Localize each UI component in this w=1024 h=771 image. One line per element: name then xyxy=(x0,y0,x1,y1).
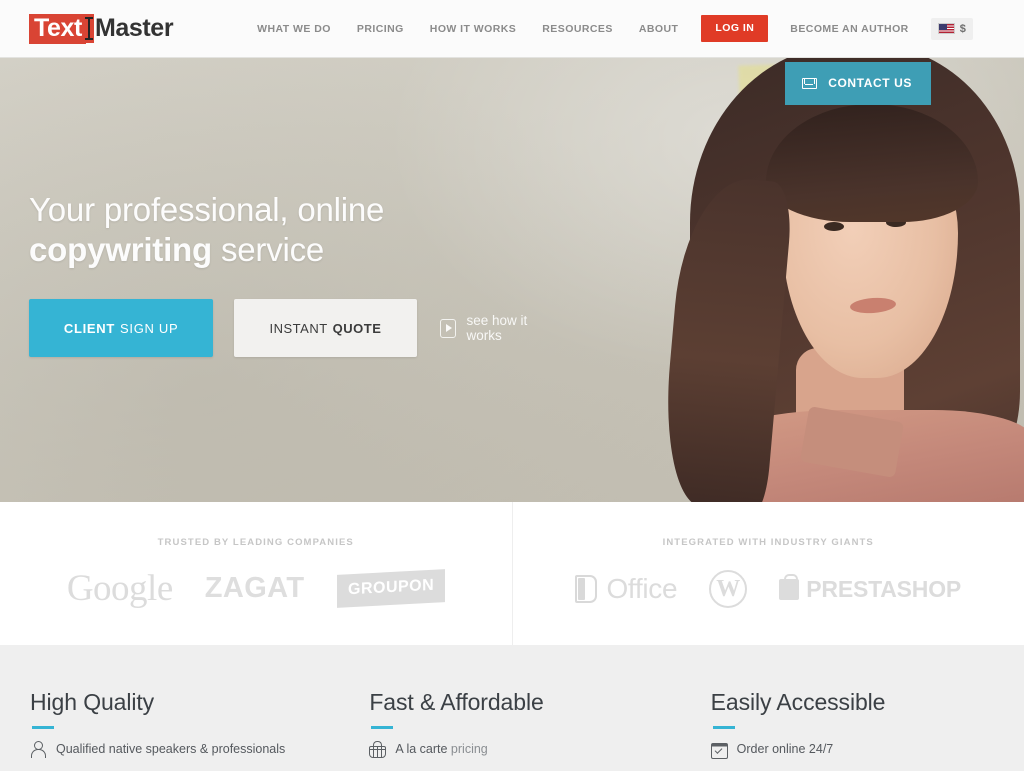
hero-headline-rest: service xyxy=(211,231,325,268)
become-an-author-link[interactable]: BECOME AN AUTHOR xyxy=(778,23,920,35)
site-header: Text Master WHAT WE DO PRICING HOW IT WO… xyxy=(0,0,1024,58)
feature-text: A la carte pricing xyxy=(395,742,487,756)
instant-quote-button[interactable]: INSTANT QUOTE xyxy=(234,299,417,357)
person-icon xyxy=(30,741,46,758)
feature-text-muted: pricing xyxy=(447,742,488,756)
basket-icon xyxy=(369,741,387,758)
feature-underline xyxy=(371,726,394,729)
hero-portrait-photo xyxy=(654,58,1024,502)
feature-detail-row: Order online 24/7 xyxy=(710,741,1024,759)
wordpress-logo: W xyxy=(709,570,748,608)
nav-item-what-we-do[interactable]: WHAT WE DO xyxy=(244,23,344,35)
currency-label: $ xyxy=(959,22,966,35)
feature-detail-row: Qualified native speakers & professional… xyxy=(30,741,343,758)
feature-text-strong: A la carte xyxy=(395,742,448,756)
feature-underline xyxy=(712,726,735,729)
office-mark-icon xyxy=(575,575,598,603)
zagat-logo: ZAGAT xyxy=(204,572,305,604)
nav-item-pricing[interactable]: PRICING xyxy=(344,23,417,35)
hero-banner: CONTACT US Your professional, online cop… xyxy=(0,58,1024,502)
landing-page: Text Master WHAT WE DO PRICING HOW IT WO… xyxy=(0,0,1024,771)
nav-item-resources[interactable]: RESOURCES xyxy=(529,23,626,35)
office-logo-label: Office xyxy=(606,573,678,604)
feature-title: Easily Accessible xyxy=(710,689,886,715)
feature-underline xyxy=(32,726,54,729)
locale-currency-selector[interactable]: $ xyxy=(930,17,973,40)
feature-text: Qualified native speakers & professional… xyxy=(56,742,286,756)
text-cursor-icon xyxy=(84,14,94,43)
hero-headline: Your professional, online copywriting se… xyxy=(29,190,384,270)
feature-title: Fast & Affordable xyxy=(369,689,544,715)
calendar-icon xyxy=(710,741,728,759)
us-flag-icon xyxy=(937,23,955,34)
feature-detail-row: A la carte pricing xyxy=(369,741,682,758)
portrait-eye-left xyxy=(824,222,844,231)
play-icon xyxy=(439,318,457,338)
hero-headline-emphasis: copywriting xyxy=(29,231,212,268)
prestashop-bag-icon xyxy=(779,573,800,600)
features-section: High Quality Qualified native speakers &… xyxy=(0,645,1024,771)
site-logo[interactable]: Text Master xyxy=(29,13,174,44)
envelope-icon xyxy=(802,77,818,89)
partners-section: TRUSTED BY LEADING COMPANIES Google ZAGA… xyxy=(0,502,1024,645)
trusted-companies-title: TRUSTED BY LEADING COMPANIES xyxy=(157,537,354,548)
instant-quote-rest: INSTANT xyxy=(269,320,328,336)
industry-giants-logos: Office W PRESTASHOP xyxy=(575,570,961,608)
hero-headline-line2: copywriting service xyxy=(29,230,384,270)
client-sign-up-button[interactable]: CLIENT SIGN UP xyxy=(29,299,214,357)
nav-item-about[interactable]: ABOUT xyxy=(626,23,692,35)
contact-us-label: CONTACT US xyxy=(828,76,912,90)
see-how-it-works-label: see how it works xyxy=(466,313,528,343)
trusted-companies-logos: Google ZAGAT GROUPON xyxy=(66,568,445,609)
logo-master-part: Master xyxy=(94,14,174,42)
feature-easily-accessible: Easily Accessible Order online 24/7 xyxy=(683,645,1024,771)
client-sign-up-rest: SIGN UP xyxy=(120,320,179,336)
groupon-logo: GROUPON xyxy=(336,569,445,608)
client-sign-up-emphasis: CLIENT xyxy=(63,320,116,336)
contact-us-button[interactable]: CONTACT US xyxy=(785,62,931,105)
see-how-it-works-link[interactable]: see how it works xyxy=(439,313,554,343)
feature-text: Order online 24/7 xyxy=(736,742,834,756)
industry-giants-column: INTEGRATED WITH INDUSTRY GIANTS Office W… xyxy=(513,502,1024,645)
feature-title: High Quality xyxy=(30,689,155,715)
instant-quote-emphasis: QUOTE xyxy=(332,320,382,336)
hero-headline-line1: Your professional, online xyxy=(29,191,385,228)
logo-text-part: Text xyxy=(29,13,86,44)
prestashop-logo-label: PRESTASHOP xyxy=(806,575,962,602)
login-button[interactable]: LOG IN xyxy=(701,15,769,42)
industry-giants-title: INTEGRATED WITH INDUSTRY GIANTS xyxy=(662,537,874,548)
office-logo: Office xyxy=(575,573,678,605)
feature-high-quality: High Quality Qualified native speakers &… xyxy=(0,645,343,771)
prestashop-logo: PRESTASHOP xyxy=(779,573,962,603)
feature-fast-affordable: Fast & Affordable A la carte pricing xyxy=(343,645,682,771)
hero-action-row: CLIENT SIGN UP INSTANT QUOTE see how it wo… xyxy=(29,299,553,357)
trusted-companies-column: TRUSTED BY LEADING COMPANIES Google ZAGA… xyxy=(0,502,513,645)
google-logo: Google xyxy=(66,568,173,609)
nav-item-how-it-works[interactable]: HOW IT WORKS xyxy=(417,23,529,35)
main-navigation: WHAT WE DO PRICING HOW IT WORKS RESOURCE… xyxy=(244,0,973,57)
